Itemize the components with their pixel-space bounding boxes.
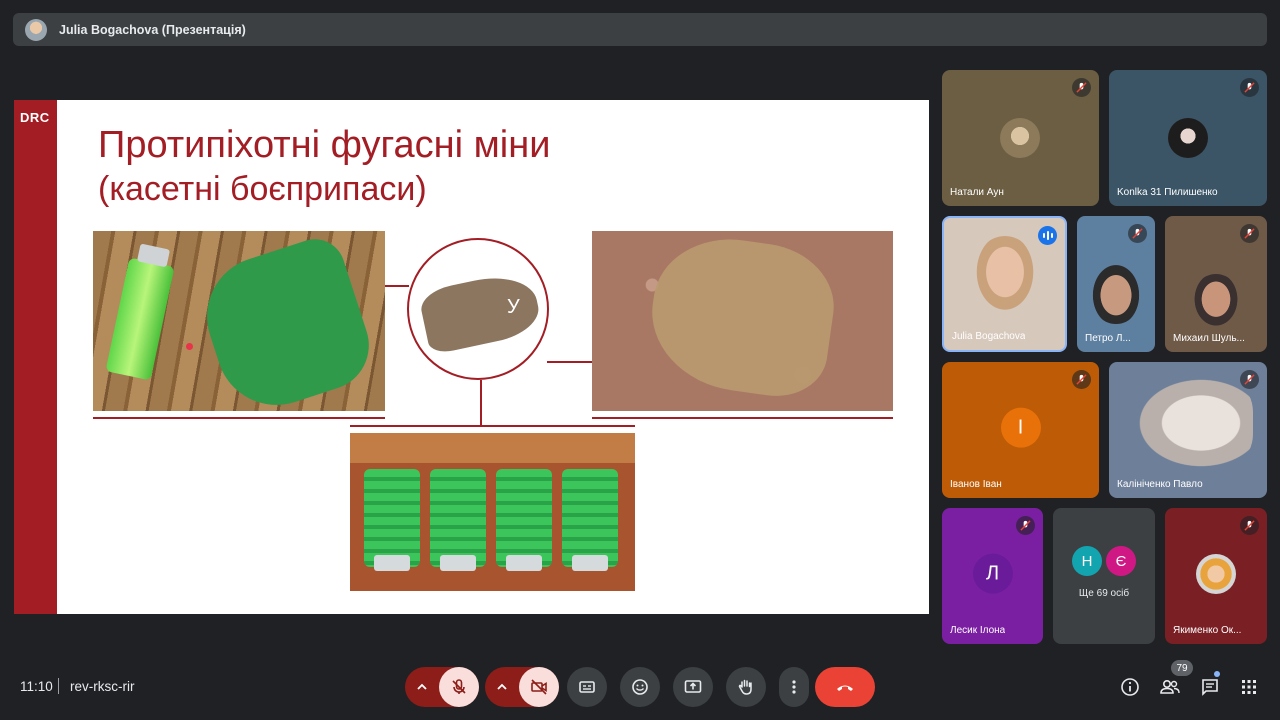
- captions-button[interactable]: [567, 667, 607, 707]
- more-vert-icon: [792, 680, 796, 694]
- connector-line: [385, 285, 409, 287]
- reactions-button[interactable]: [620, 667, 660, 707]
- participant-tile[interactable]: Натали Аун: [942, 70, 1099, 206]
- participant-avatar: Л: [972, 553, 1013, 594]
- muted-mic-icon: [1240, 78, 1259, 97]
- apps-grid-icon: [1242, 680, 1256, 694]
- participant-name: Julia Bogachova: [952, 331, 1026, 342]
- participant-name: Konlka 31 Пилишенко: [1117, 187, 1218, 198]
- more-participants-label: Ще 69 осіб: [1078, 588, 1130, 599]
- muted-mic-icon: [1240, 370, 1259, 389]
- participant-avatar: Н: [1072, 546, 1102, 576]
- mic-toggle-button[interactable]: [439, 667, 479, 707]
- control-bar: 11:10 rev-rksc-rir: [0, 660, 1280, 720]
- camera-toggle-button[interactable]: [519, 667, 559, 707]
- emoji-icon: [632, 679, 648, 695]
- hang-up-icon: [837, 685, 853, 691]
- speaking-indicator-icon: [1038, 226, 1057, 245]
- photo-mine-on-ground: [592, 231, 893, 411]
- present-button[interactable]: [673, 667, 713, 707]
- participant-avatar: Є: [1106, 546, 1136, 576]
- slide-subtitle: (касетні боєприпаси): [98, 170, 427, 208]
- meeting-details-button[interactable]: [1119, 676, 1141, 698]
- participant-name: Іванов Іван: [950, 479, 1002, 490]
- mic-off-icon: [452, 679, 466, 694]
- muted-mic-icon: [1240, 224, 1259, 243]
- people-count-badge: 79: [1171, 660, 1193, 676]
- mine-detail-circle: У: [407, 238, 549, 380]
- muted-mic-icon: [1016, 516, 1035, 535]
- participant-tile[interactable]: Петро Л...: [1077, 216, 1155, 352]
- camera-off-icon: [531, 679, 547, 695]
- participant-name: Калініченко Павло: [1117, 479, 1203, 490]
- underline: [93, 417, 385, 419]
- mic-control-group: [405, 667, 479, 707]
- muted-mic-icon: [1240, 516, 1259, 535]
- raise-hand-button[interactable]: [726, 667, 766, 707]
- slide-side-strip: DRC: [14, 100, 57, 614]
- chat-notification-dot: [1214, 671, 1220, 677]
- participant-tile[interactable]: Konlka 31 Пилишенко: [1109, 70, 1267, 206]
- drc-logo: DRC: [20, 110, 50, 125]
- slide-title: Протипіхотні фугасні міни: [98, 124, 551, 166]
- photo-cluster-cassettes: [350, 433, 635, 591]
- connector-line: [547, 361, 592, 363]
- participant-name: Якименко Ок...: [1173, 625, 1242, 636]
- camera-control-group: [485, 667, 559, 707]
- clock: 11:10: [20, 679, 53, 694]
- presentation-slide: DRC Протипіхотні фугасні міни (касетні б…: [14, 100, 929, 614]
- participant-tile[interactable]: Л Лесик Ілона: [942, 508, 1043, 644]
- meeting-code: rev-rksc-rir: [70, 679, 135, 694]
- participant-avatar: І: [1000, 407, 1041, 448]
- chat-icon: [1202, 679, 1218, 696]
- participant-name: Петро Л...: [1085, 333, 1131, 344]
- present-screen-icon: [684, 680, 702, 693]
- participant-tile[interactable]: І Іванов Іван: [942, 362, 1099, 498]
- pointer-dot: [186, 343, 193, 350]
- more-participants-avatars: Н Є: [1053, 546, 1155, 576]
- more-options-button[interactable]: [779, 667, 809, 707]
- participant-tile[interactable]: Калініченко Павло: [1109, 362, 1267, 498]
- activities-button[interactable]: [1238, 676, 1260, 698]
- leave-call-button[interactable]: [815, 667, 875, 707]
- chat-button[interactable]: [1199, 676, 1221, 698]
- presenter-title: Julia Bogachova (Презентація): [59, 22, 246, 37]
- video-options-chevron-icon[interactable]: [485, 667, 519, 707]
- muted-mic-icon: [1128, 224, 1147, 243]
- underline: [350, 425, 635, 427]
- muted-mic-icon: [1072, 78, 1091, 97]
- connector-line: [480, 380, 482, 426]
- detail-glyph: У: [507, 296, 520, 318]
- people-button[interactable]: [1159, 676, 1181, 698]
- participant-tile[interactable]: Якименко Ок...: [1165, 508, 1267, 644]
- captions-icon: [579, 681, 595, 693]
- participant-tile[interactable]: Михаил Шуль...: [1165, 216, 1267, 352]
- info-icon: [1121, 678, 1139, 696]
- participant-tile-active-speaker[interactable]: Julia Bogachova: [942, 216, 1067, 352]
- participant-name: Лесик Ілона: [950, 625, 1006, 636]
- muted-mic-icon: [1072, 370, 1091, 389]
- underline: [592, 417, 893, 419]
- audio-options-chevron-icon[interactable]: [405, 667, 439, 707]
- presenter-avatar: [25, 18, 47, 41]
- photo-mine-with-lighter: [93, 231, 385, 411]
- people-icon: [1160, 679, 1180, 694]
- hand-icon: [738, 679, 752, 695]
- divider: [58, 678, 59, 694]
- participant-name: Натали Аун: [950, 187, 1004, 198]
- presenter-bar: Julia Bogachova (Презентація): [13, 13, 1267, 46]
- participant-name: Михаил Шуль...: [1173, 333, 1245, 344]
- more-participants-tile[interactable]: Н Є Ще 69 осіб: [1053, 508, 1155, 644]
